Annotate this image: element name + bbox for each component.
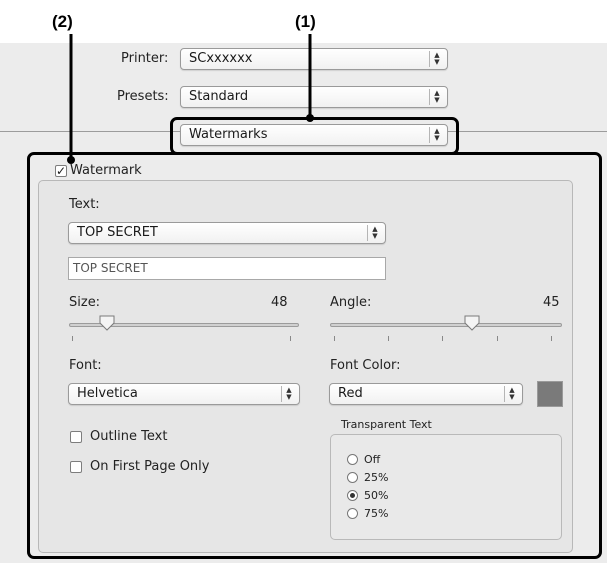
transparency-option-label: 75% (364, 507, 389, 520)
panel-selector-value: Watermarks (189, 127, 268, 142)
callout-label-1: (1) (295, 12, 316, 31)
font-popup[interactable]: Helvetica ▲ ▼ (68, 383, 300, 405)
watermark-text-field[interactable]: TOP SECRET (68, 257, 386, 280)
transparency-option-label: Off (364, 453, 381, 466)
font-color-swatch[interactable] (537, 381, 563, 407)
angle-slider-track[interactable] (330, 323, 562, 327)
transparent-text-title: Transparent Text (341, 418, 432, 431)
angle-tick (497, 336, 498, 341)
watermark-label: Watermark (70, 163, 142, 178)
callout-label-2: (2) (52, 12, 73, 31)
presets-label: Presets: (117, 89, 169, 104)
font-label: Font: (69, 358, 102, 373)
stepper-icon: ▲ ▼ (504, 386, 519, 402)
callout-leader-1 (306, 34, 314, 122)
angle-tick (551, 336, 552, 341)
transparency-option-label: 25% (364, 471, 389, 484)
printer-value: SCxxxxxx (189, 51, 253, 66)
transparent-text-group (330, 434, 562, 540)
text-label: Text: (69, 197, 100, 212)
panel-selector-popup[interactable]: Watermarks ▲ ▼ (180, 124, 448, 146)
first-page-only-label: On First Page Only (90, 459, 210, 474)
first-page-only-checkbox[interactable] (70, 461, 82, 473)
size-tick (72, 336, 73, 341)
text-preset-value: TOP SECRET (77, 225, 158, 240)
angle-label: Angle: (330, 295, 372, 310)
font-color-value: Red (338, 386, 363, 401)
transparency-radio-off[interactable] (347, 454, 358, 465)
printer-label: Printer: (121, 51, 169, 66)
angle-tick (388, 336, 389, 341)
font-color-popup[interactable]: Red ▲ ▼ (329, 383, 523, 405)
angle-tick (442, 336, 443, 341)
size-label: Size: (69, 295, 101, 310)
font-value: Helvetica (77, 386, 138, 401)
transparency-option-label: 50% (364, 489, 389, 502)
outline-text-checkbox[interactable] (70, 431, 82, 443)
angle-slider-thumb[interactable] (463, 315, 481, 331)
watermark-checkbox[interactable]: ✓ (55, 165, 67, 177)
stepper-icon: ▲ ▼ (281, 386, 296, 402)
angle-value: 45 (543, 295, 560, 310)
size-value: 48 (271, 295, 288, 310)
size-slider-thumb[interactable] (98, 315, 116, 331)
presets-value: Standard (189, 89, 249, 104)
stepper-icon: ▲ ▼ (367, 225, 382, 241)
transparency-radio-25[interactable] (347, 472, 358, 483)
callout-leader-2 (67, 34, 75, 164)
transparency-radio-75[interactable] (347, 508, 358, 519)
stepper-icon: ▲ ▼ (429, 51, 444, 67)
outline-text-label: Outline Text (90, 429, 168, 444)
stepper-icon: ▲ ▼ (429, 127, 444, 143)
angle-tick (334, 336, 335, 341)
transparency-radio-50[interactable] (347, 490, 358, 501)
font-color-label: Font Color: (330, 358, 401, 373)
stepper-icon: ▲ ▼ (429, 89, 444, 105)
size-tick (290, 336, 291, 341)
text-preset-popup[interactable]: TOP SECRET ▲ ▼ (68, 222, 386, 244)
